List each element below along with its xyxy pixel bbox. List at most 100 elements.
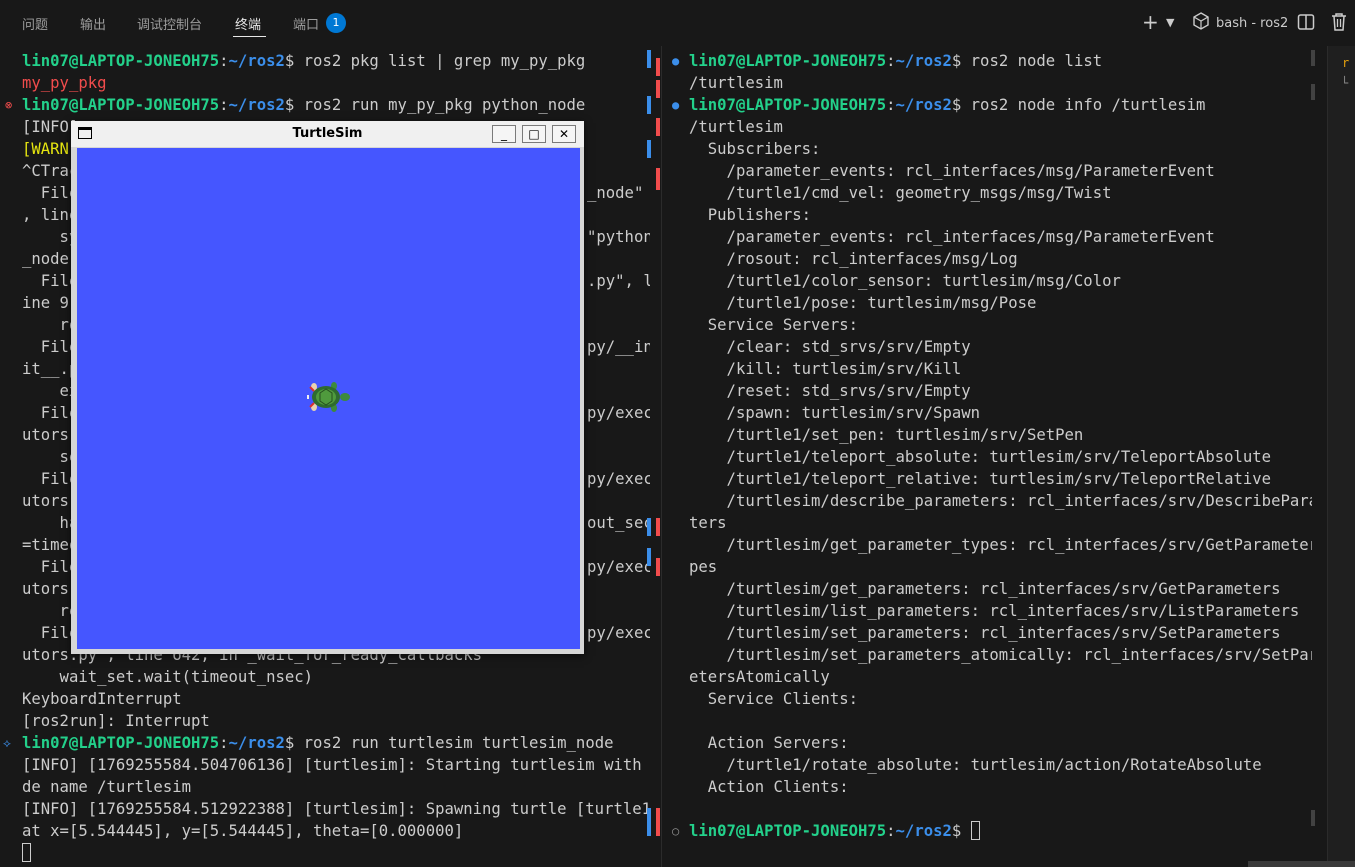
prompt-line: lin07@LAPTOP-JONEOH75:~/ros2$ ros2 run t… xyxy=(22,734,614,752)
tab-ports[interactable]: 端口 xyxy=(293,14,319,33)
log-line: File xyxy=(22,624,79,642)
log-fragment: py/exec xyxy=(587,404,650,422)
log-line: KeyboardInterrupt xyxy=(22,690,182,708)
log-line: [INFO] [1769255584.512922388] [turtlesim… xyxy=(22,800,650,818)
log-line: ex xyxy=(22,382,79,400)
log-line: [ros2run]: Interrupt xyxy=(22,712,210,730)
log-line: wait_set.wait(timeout_nsec) xyxy=(22,668,314,686)
output-line: /turtle1/teleport_absolute: turtlesim/sr… xyxy=(689,448,1272,466)
error-decoration-icon[interactable]: ⊗ xyxy=(5,98,12,112)
log-line: File xyxy=(22,558,79,576)
output-line: /spawn: turtlesim/srv/Spawn xyxy=(689,404,981,422)
terminal-cursor xyxy=(970,821,980,840)
output-line: /parameter_events: rcl_interfaces/msg/Pa… xyxy=(689,162,1215,180)
scrollbar-marker[interactable] xyxy=(1311,84,1315,100)
turtlesim-window[interactable]: TurtleSim _ □ ✕ xyxy=(71,121,584,654)
log-line: ^CTrac xyxy=(22,162,79,180)
log-line: utors. xyxy=(22,492,79,510)
horizontal-scrollbar[interactable] xyxy=(1248,861,1355,867)
output-line: /reset: std_srvs/srv/Empty xyxy=(689,382,971,400)
log-line: [INFO] [1769255584.504706136] [turtlesim… xyxy=(22,756,650,774)
tab-terminal[interactable]: 终端 xyxy=(235,14,261,33)
ruler-marker xyxy=(656,808,660,836)
output-line: Publishers: xyxy=(689,206,812,224)
output-line: pes xyxy=(689,558,718,576)
right-terminal-pane[interactable]: ● lin07@LAPTOP-JONEOH75:~/ros2$ ros2 nod… xyxy=(662,46,1312,867)
log-fragment: .py", l xyxy=(587,272,650,290)
log-line: =timeo xyxy=(22,536,79,554)
log-line: [WARN] xyxy=(22,140,79,158)
prompt-line[interactable]: lin07@LAPTOP-JONEOH75:~/ros2$ xyxy=(689,820,980,842)
sidebar-border xyxy=(1327,46,1328,867)
output-line: /turtle1/color_sensor: turtlesim/msg/Col… xyxy=(689,272,1121,290)
chevron-down-icon[interactable]: ▼ xyxy=(1166,16,1174,29)
scrollbar-marker[interactable] xyxy=(1311,810,1315,826)
turtlesim-canvas xyxy=(77,148,580,649)
output-line: /turtle1/pose: turtlesim/msg/Pose xyxy=(689,294,1037,312)
active-tab-indicator xyxy=(233,36,266,37)
log-fragment: _node" xyxy=(587,184,644,202)
tab-debug-console[interactable]: 调试控制台 xyxy=(137,14,202,33)
close-button[interactable]: ✕ xyxy=(552,125,576,143)
output-line: /turtle1/teleport_relative: turtlesim/sr… xyxy=(689,470,1272,488)
split-icon[interactable] xyxy=(1297,13,1315,35)
turtlesim-title-bar[interactable]: TurtleSim _ □ ✕ xyxy=(71,121,584,147)
tab-output[interactable]: 输出 xyxy=(80,14,106,33)
log-line: , line xyxy=(22,206,79,224)
prompt-line: lin07@LAPTOP-JONEOH75:~/ros2$ ros2 run m… xyxy=(22,96,586,114)
output-line: /turtlesim/list_parameters: rcl_interfac… xyxy=(689,602,1300,620)
log-line: it__.p xyxy=(22,360,79,378)
turtle-icon xyxy=(307,382,350,412)
panel-tab-bar: 问题 输出 调试控制台 终端 端口 1 + ▼ bash - ros2 xyxy=(0,0,1355,46)
ruler-marker xyxy=(647,140,651,158)
output-line: /rosout: rcl_interfaces/msg/Log xyxy=(689,250,1018,268)
cursor-line[interactable] xyxy=(22,842,31,864)
terminal-list-item-icon[interactable]: r xyxy=(1342,56,1349,70)
output-line: Service Servers: xyxy=(689,316,858,334)
ruler-marker xyxy=(647,808,651,836)
plus-icon[interactable]: + xyxy=(1142,10,1159,34)
output-line: /turtle1/set_pen: turtlesim/srv/SetPen xyxy=(689,426,1084,444)
log-line: [INFO] xyxy=(22,118,79,136)
terminal-name[interactable]: bash - ros2 xyxy=(1216,16,1288,31)
log-line: ha xyxy=(22,514,79,532)
log-fragment: py/exec xyxy=(587,470,650,488)
maximize-button[interactable]: □ xyxy=(522,125,546,143)
output-line: /turtle1/rotate_absolute: turtlesim/acti… xyxy=(689,756,1262,774)
command-pending-icon[interactable]: ○ xyxy=(672,824,679,838)
log-fragment: py/exec xyxy=(587,624,650,642)
log-line: ine 9, xyxy=(22,294,79,312)
tab-problems[interactable]: 问题 xyxy=(22,14,48,33)
output-line: /turtlesim/set_parameters_atomically: rc… xyxy=(689,646,1312,664)
command-success-icon[interactable]: ● xyxy=(672,54,679,68)
log-line: File xyxy=(22,338,79,356)
ruler-marker xyxy=(656,518,660,536)
scrollbar-marker[interactable] xyxy=(1311,50,1315,66)
log-line: File xyxy=(22,470,79,488)
ruler-marker xyxy=(656,118,660,136)
minimize-button[interactable]: _ xyxy=(492,125,516,143)
log-line: utors. xyxy=(22,426,79,444)
trash-icon[interactable] xyxy=(1330,12,1348,36)
log-line: utors. xyxy=(22,580,79,598)
output-line: ters xyxy=(689,514,727,532)
terminal-cursor xyxy=(22,843,31,862)
ruler-marker xyxy=(656,80,660,98)
prompt-line: lin07@LAPTOP-JONEOH75:~/ros2$ ros2 pkg l… xyxy=(22,52,586,70)
output-line: /clear: std_srvs/srv/Empty xyxy=(689,338,971,356)
command-decoration-icon[interactable]: ⟡ xyxy=(3,736,11,751)
output-line: Subscribers: xyxy=(689,140,821,158)
output-line: /turtlesim xyxy=(689,118,783,136)
log-line: se xyxy=(22,448,79,466)
log-line: File xyxy=(22,272,79,290)
output-line: /turtle1/cmd_vel: geometry_msgs/msg/Twis… xyxy=(689,184,1112,202)
log-line: File xyxy=(22,404,79,422)
output-line: /turtlesim/get_parameter_types: rcl_inte… xyxy=(689,536,1312,554)
output-line: /turtlesim xyxy=(689,74,783,92)
output-line: etersAtomically xyxy=(689,668,830,686)
ruler-marker xyxy=(656,558,660,576)
log-line: _node" xyxy=(22,250,79,268)
command-success-icon[interactable]: ● xyxy=(672,98,679,112)
ports-count-badge: 1 xyxy=(326,13,346,33)
output-line: /kill: turtlesim/srv/Kill xyxy=(689,360,962,378)
